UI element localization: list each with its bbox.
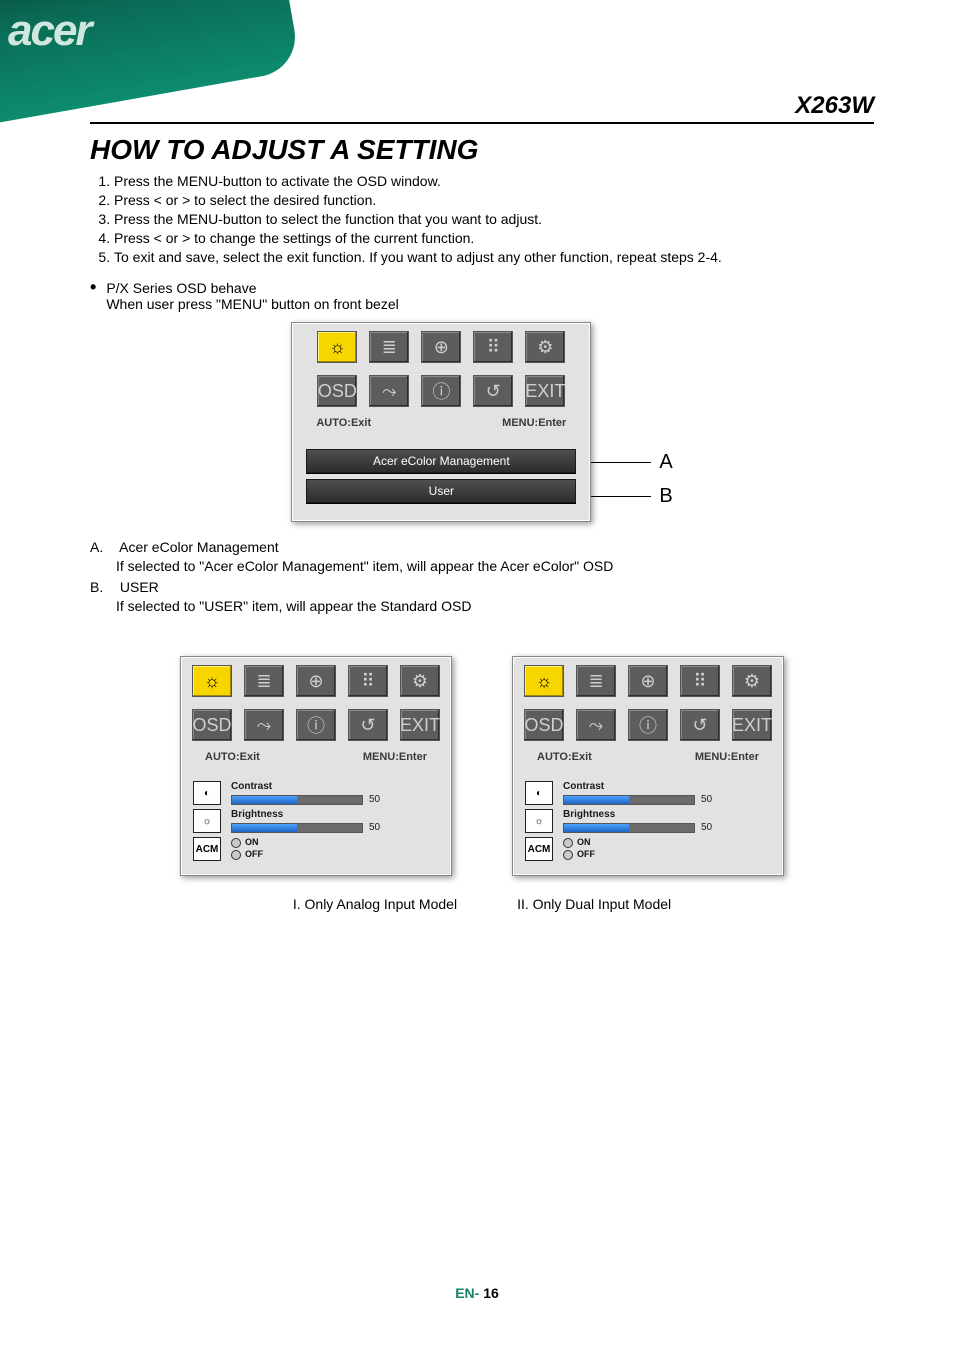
osd-hint-left: AUTO:Exit	[537, 751, 592, 763]
acm-icon: ACM	[525, 837, 553, 861]
osd-window-analog: ☼ ≣ ⊕ ⠿ ⚙ OSD ⤳ ⓘ ↺ EXIT AUTO:Exit MENU:…	[180, 656, 452, 876]
language-icon[interactable]: ⚙	[732, 665, 772, 697]
acm-on-option[interactable]: ON	[231, 837, 263, 849]
bullet-dot: •	[90, 280, 96, 312]
signal-icon[interactable]: ⤳	[576, 709, 616, 741]
signal-icon[interactable]: ⤳	[244, 709, 284, 741]
brightness-icon[interactable]: ☼	[317, 331, 357, 363]
contrast-label: Contrast	[231, 781, 439, 792]
info-icon[interactable]: ⓘ	[628, 709, 668, 741]
position-icon[interactable]: ⊕	[421, 331, 461, 363]
info-icon[interactable]: ⓘ	[421, 375, 461, 407]
contrast-slider[interactable]	[231, 795, 363, 805]
footer-lang: EN-	[455, 1285, 479, 1301]
list-item: Press < or > to select the desired funct…	[114, 191, 874, 210]
position-icon[interactable]: ⊕	[628, 665, 668, 697]
exit-icon[interactable]: EXIT	[400, 709, 440, 741]
brightness-label: Brightness	[231, 809, 439, 820]
brightness-label: Brightness	[563, 809, 771, 820]
brightness-small-icon: ☼	[193, 809, 221, 833]
osd-item-user[interactable]: User	[306, 479, 576, 503]
osd-window-main: ☼ ≣ ⊕ ⠿ ⚙ OSD ⤳ ⓘ ↺ EXIT AUTO:Exit MENU:…	[291, 322, 591, 522]
acm-off-option[interactable]: OFF	[231, 849, 263, 861]
reset-icon[interactable]: ↺	[348, 709, 388, 741]
signal-icon[interactable]: ⤳	[369, 375, 409, 407]
letter-a: A.	[90, 538, 116, 557]
reset-icon[interactable]: ↺	[680, 709, 720, 741]
osd-icon[interactable]: OSD	[524, 709, 564, 741]
color-icon[interactable]: ⠿	[348, 665, 388, 697]
letter-b: B.	[90, 578, 116, 597]
page-title: HOW TO ADJUST A SETTING	[90, 134, 874, 166]
brand-logo: acer	[8, 6, 91, 56]
model-number: X263W	[795, 92, 874, 120]
after-b-title: USER	[120, 579, 159, 595]
list-icon[interactable]: ≣	[369, 331, 409, 363]
contrast-value: 50	[369, 794, 380, 805]
brightness-slider[interactable]	[231, 823, 363, 833]
list-icon[interactable]: ≣	[244, 665, 284, 697]
osd-hint-left: AUTO:Exit	[205, 751, 260, 763]
contrast-icon: ◐	[525, 781, 553, 805]
adjust-steps: Press the MENU-button to activate the OS…	[90, 172, 874, 266]
page-footer: EN- 16	[0, 1285, 954, 1301]
list-item: Press < or > to change the settings of t…	[114, 229, 874, 248]
osd-icon[interactable]: OSD	[317, 375, 357, 407]
annotation-a: A	[659, 451, 672, 474]
contrast-label: Contrast	[563, 781, 771, 792]
brightness-value: 50	[701, 822, 712, 833]
bullet-line: When user press "MENU" button on front b…	[106, 296, 398, 312]
osd-hint-right: MENU:Enter	[363, 751, 427, 763]
bullet-line: P/X Series OSD behave	[106, 280, 398, 296]
contrast-value: 50	[701, 794, 712, 805]
exit-icon[interactable]: EXIT	[525, 375, 565, 407]
position-icon[interactable]: ⊕	[296, 665, 336, 697]
list-item: To exit and save, select the exit functi…	[114, 248, 874, 267]
after-a-title: Acer eColor Management	[119, 539, 279, 555]
brightness-slider[interactable]	[563, 823, 695, 833]
osd-item-ecolor[interactable]: Acer eColor Management	[306, 449, 576, 473]
color-icon[interactable]: ⠿	[680, 665, 720, 697]
acm-icon: ACM	[193, 837, 221, 861]
language-icon[interactable]: ⚙	[525, 331, 565, 363]
osd-window-dual: ☼ ≣ ⊕ ⠿ ⚙ OSD ⤳ ⓘ ↺ EXIT AUTO:Exit MENU:…	[512, 656, 784, 876]
acm-off-option[interactable]: OFF	[563, 849, 595, 861]
brightness-icon[interactable]: ☼	[192, 665, 232, 697]
color-icon[interactable]: ⠿	[473, 331, 513, 363]
annotation-b: B	[659, 485, 672, 508]
after-a-desc: If selected to "Acer eColor Management" …	[116, 557, 874, 576]
footer-page-number: 16	[483, 1285, 499, 1301]
header-rule	[90, 122, 874, 124]
osd-hint-right: MENU:Enter	[502, 417, 566, 429]
after-b-desc: If selected to "USER" item, will appear …	[116, 597, 874, 616]
caption-dual: II. Only Dual Input Model	[517, 896, 671, 912]
brightness-value: 50	[369, 822, 380, 833]
caption-analog: I. Only Analog Input Model	[293, 896, 457, 912]
list-item: Press the MENU-button to select the func…	[114, 210, 874, 229]
osd-icon[interactable]: OSD	[192, 709, 232, 741]
list-item: Press the MENU-button to activate the OS…	[114, 172, 874, 191]
contrast-icon: ◐	[193, 781, 221, 805]
acm-on-option[interactable]: ON	[563, 837, 595, 849]
exit-icon[interactable]: EXIT	[732, 709, 772, 741]
brightness-icon[interactable]: ☼	[524, 665, 564, 697]
language-icon[interactable]: ⚙	[400, 665, 440, 697]
leader-line	[591, 462, 651, 463]
list-icon[interactable]: ≣	[576, 665, 616, 697]
brightness-small-icon: ☼	[525, 809, 553, 833]
info-icon[interactable]: ⓘ	[296, 709, 336, 741]
leader-line	[591, 496, 651, 497]
reset-icon[interactable]: ↺	[473, 375, 513, 407]
osd-hint-right: MENU:Enter	[695, 751, 759, 763]
osd-hint-left: AUTO:Exit	[316, 417, 371, 429]
contrast-slider[interactable]	[563, 795, 695, 805]
